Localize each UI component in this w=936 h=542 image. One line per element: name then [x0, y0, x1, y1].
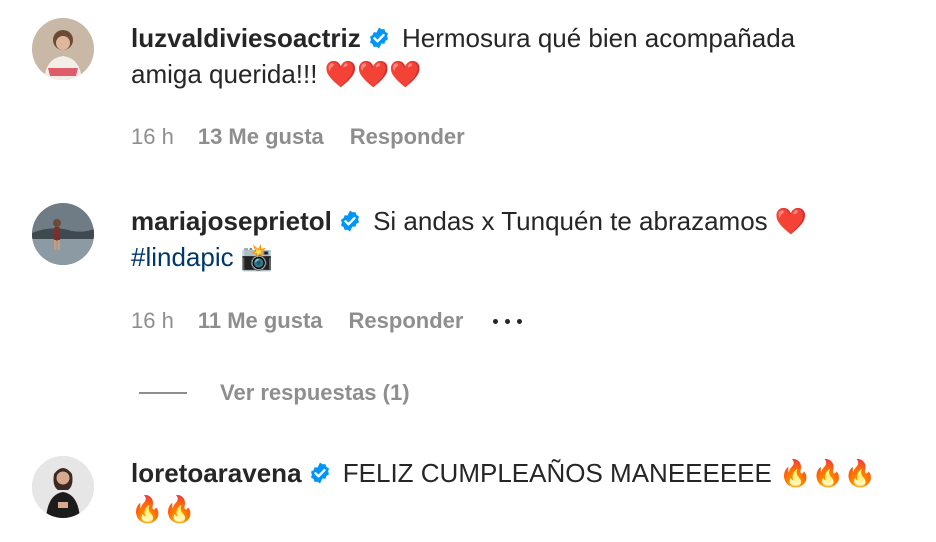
- comment-body: FELIZ CUMPLEAÑOS MANEEEEEE: [342, 458, 772, 488]
- verified-badge-icon: [338, 209, 362, 233]
- camera-flash-emoji-icon: 📸: [240, 242, 274, 272]
- reply-button[interactable]: Responder: [350, 124, 465, 150]
- likes-count-button[interactable]: 11 Me gusta: [198, 308, 323, 334]
- fire-emoji-icon: 🔥🔥🔥: [779, 458, 877, 488]
- hashtag-link[interactable]: #lindapic: [131, 242, 234, 272]
- fire-emoji-icon: 🔥🔥: [131, 494, 196, 524]
- dot: [493, 319, 499, 324]
- comment-text: luzvaldiviesoactriz Hermosura qué bien a…: [131, 20, 901, 92]
- heart-emoji-icon: ❤️: [774, 206, 808, 236]
- comment-body: Si andas x Tunquén te abrazamos: [373, 206, 768, 236]
- avatar[interactable]: [32, 456, 94, 518]
- comment-body: Hermosura qué bien acompañada: [402, 23, 796, 53]
- timestamp[interactable]: 16 h: [131, 124, 174, 150]
- username[interactable]: luzvaldiviesoactriz: [131, 23, 361, 53]
- view-replies-button[interactable]: Ver respuestas (1): [139, 380, 410, 406]
- dot: [517, 319, 523, 324]
- verified-badge-icon: [367, 26, 391, 50]
- comment-body-continued: amiga querida!!!: [131, 59, 318, 89]
- verified-badge-icon: [308, 461, 332, 485]
- comment-meta: 16 h 11 Me gusta Responder: [131, 308, 527, 334]
- comment-meta: 16 h 13 Me gusta Responder: [131, 124, 465, 150]
- username[interactable]: loretoaravena: [131, 458, 302, 488]
- reply-button[interactable]: Responder: [349, 308, 464, 334]
- username[interactable]: mariajoseprietol: [131, 206, 332, 236]
- likes-count-button[interactable]: 13 Me gusta: [198, 124, 324, 150]
- comment-text: loretoaravena FELIZ CUMPLEAÑOS MANEEEEEE…: [131, 455, 901, 527]
- comment-text: mariajoseprietol Si andas x Tunquén te a…: [131, 203, 901, 275]
- view-replies-label: Ver respuestas (1): [220, 380, 410, 405]
- heart-emoji-icon: ❤️❤️❤️: [324, 59, 422, 89]
- more-horizontal-icon[interactable]: [493, 311, 527, 331]
- avatar[interactable]: [32, 203, 94, 265]
- dot: [505, 319, 511, 324]
- timestamp[interactable]: 16 h: [131, 308, 174, 334]
- replies-divider-line: [139, 392, 187, 394]
- avatar[interactable]: [32, 18, 94, 80]
